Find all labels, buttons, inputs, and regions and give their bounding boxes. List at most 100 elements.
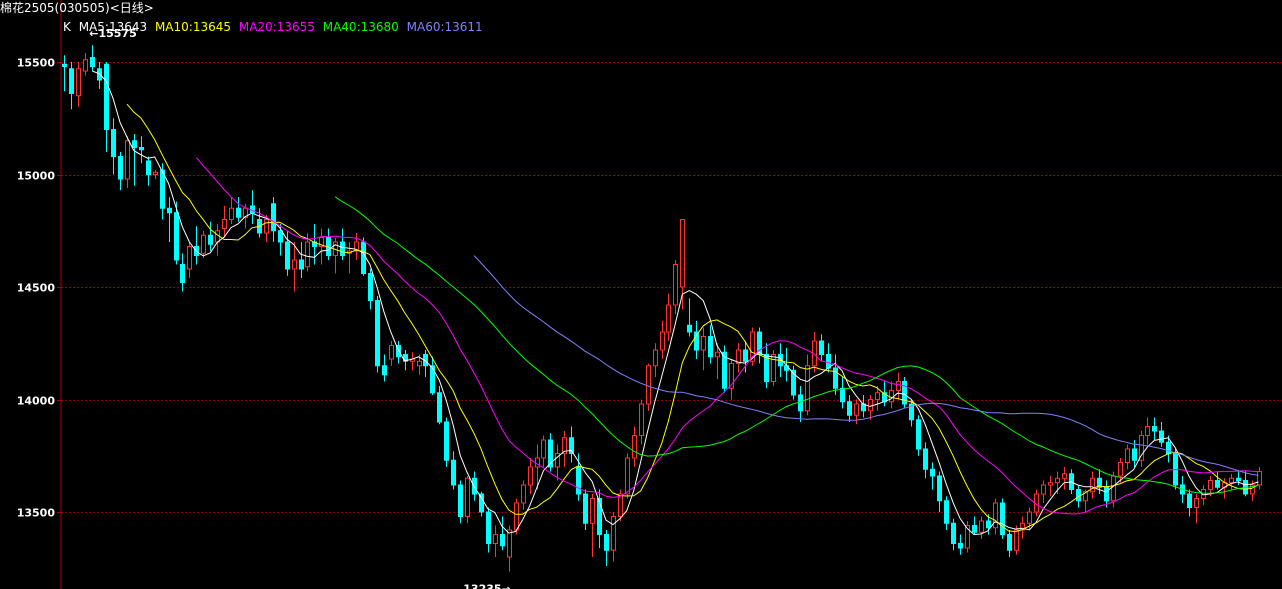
candle xyxy=(791,365,796,400)
candle-body-up xyxy=(1090,477,1095,493)
candle-body-down xyxy=(444,421,449,461)
candle xyxy=(174,201,179,265)
candle xyxy=(90,45,95,71)
candle xyxy=(812,332,817,373)
candle-body-down xyxy=(798,394,803,412)
grid-layer xyxy=(60,0,1282,589)
candle xyxy=(653,343,658,377)
candle xyxy=(382,354,387,382)
candle xyxy=(465,476,470,524)
candle-body-down xyxy=(160,169,165,209)
candle-body-down xyxy=(972,525,977,533)
candle-body-up xyxy=(264,219,269,234)
candle xyxy=(271,197,276,242)
candle-body-down xyxy=(708,336,713,358)
candle-body-up xyxy=(896,381,901,391)
candle xyxy=(937,471,942,512)
candle-body-up xyxy=(292,259,297,270)
candle-body-down xyxy=(62,63,67,67)
candle xyxy=(1159,422,1164,447)
candle xyxy=(1062,467,1067,490)
candle-body-up xyxy=(993,502,998,529)
candle xyxy=(757,327,762,364)
candle xyxy=(250,190,255,224)
candlestick-chart[interactable]: 13500 14000 14500 15000 15500 ←15575 13235→ xyxy=(0,0,1282,589)
candle xyxy=(1000,498,1005,539)
candle-body-down xyxy=(597,498,602,535)
candle-body-down xyxy=(930,468,935,477)
candle xyxy=(312,224,317,265)
candle xyxy=(292,242,297,292)
candle xyxy=(576,453,581,501)
candle xyxy=(541,435,546,467)
candle xyxy=(354,233,359,260)
candle-body-up xyxy=(632,435,637,459)
candle-body-down xyxy=(180,264,185,283)
candle xyxy=(486,507,491,553)
candle xyxy=(909,399,914,427)
candle-body-up xyxy=(1125,448,1130,463)
candle xyxy=(215,224,220,256)
candle xyxy=(1090,471,1095,499)
candle-body-up xyxy=(528,466,533,486)
candle xyxy=(180,253,185,292)
candle-body-down xyxy=(118,156,123,180)
candle xyxy=(896,372,901,400)
candle xyxy=(868,395,873,420)
candle-body-up xyxy=(229,207,234,220)
candle-body-up xyxy=(465,477,470,517)
legend-ma40: MA40:13680 xyxy=(322,20,399,34)
candle-body-down xyxy=(361,241,366,274)
candle xyxy=(146,156,151,186)
candle xyxy=(528,458,533,494)
candle-body-down xyxy=(271,203,276,232)
candle-body-down xyxy=(437,392,442,423)
y-tick-label: 13500 xyxy=(17,507,56,520)
candle-body-down xyxy=(937,475,942,502)
low-price-label: 13235→ xyxy=(463,583,511,589)
candle-body-up xyxy=(521,484,526,504)
candle xyxy=(104,62,109,152)
candle xyxy=(916,415,921,456)
candle-body-down xyxy=(1007,534,1012,551)
y-tick-label: 14000 xyxy=(17,395,56,408)
ma-line-ma20 xyxy=(196,157,1259,515)
candle xyxy=(632,426,637,467)
candle xyxy=(347,242,352,274)
candle xyxy=(889,381,894,409)
legend-ma5: MA5:13643 xyxy=(78,20,148,34)
candle-body-down xyxy=(139,147,144,151)
candle xyxy=(548,433,553,472)
candle-body-up xyxy=(666,304,671,333)
candle-body-down xyxy=(951,522,956,544)
candle xyxy=(750,327,755,366)
candle-body-up xyxy=(660,331,665,351)
candle-body-up xyxy=(83,59,88,72)
candle-body-up xyxy=(507,529,512,558)
candle-body-up xyxy=(305,241,310,268)
candle xyxy=(687,298,692,337)
candle-body-up xyxy=(805,365,810,412)
candle xyxy=(972,516,977,535)
candle-body-down xyxy=(174,212,179,261)
candle xyxy=(562,431,567,467)
candle xyxy=(1152,417,1157,440)
candle-body-up xyxy=(646,365,651,405)
candle xyxy=(701,327,706,371)
candle-body-down xyxy=(1152,426,1157,432)
candle xyxy=(660,320,665,359)
y-tick-label: 15500 xyxy=(17,57,56,70)
candle-body-down xyxy=(916,419,921,450)
candle-body-down xyxy=(687,324,692,333)
candle-body-up xyxy=(1014,529,1019,551)
candle-body-up xyxy=(125,140,130,180)
candle-body-up xyxy=(493,534,498,544)
candle-body-up xyxy=(611,516,616,551)
candle xyxy=(673,260,678,314)
candle xyxy=(965,521,970,553)
candle-body-down xyxy=(299,259,304,270)
candle xyxy=(729,359,734,400)
candle-body-down xyxy=(576,466,581,495)
candle-body-up xyxy=(1055,477,1060,484)
candle-body-down xyxy=(458,484,463,517)
